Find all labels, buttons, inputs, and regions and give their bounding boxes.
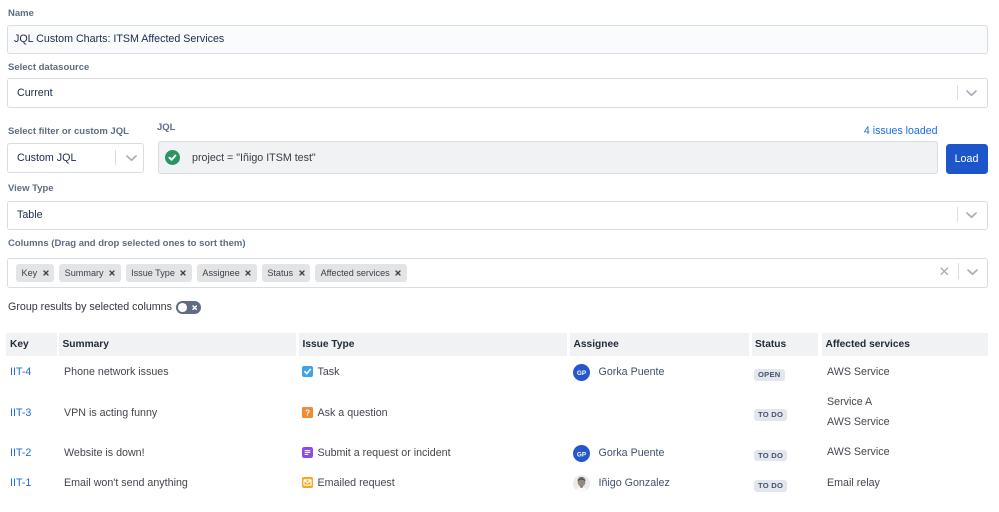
svg-text:GP: GP [577, 451, 587, 458]
svg-text:GP: GP [577, 370, 587, 377]
svg-text:?: ? [305, 408, 310, 417]
